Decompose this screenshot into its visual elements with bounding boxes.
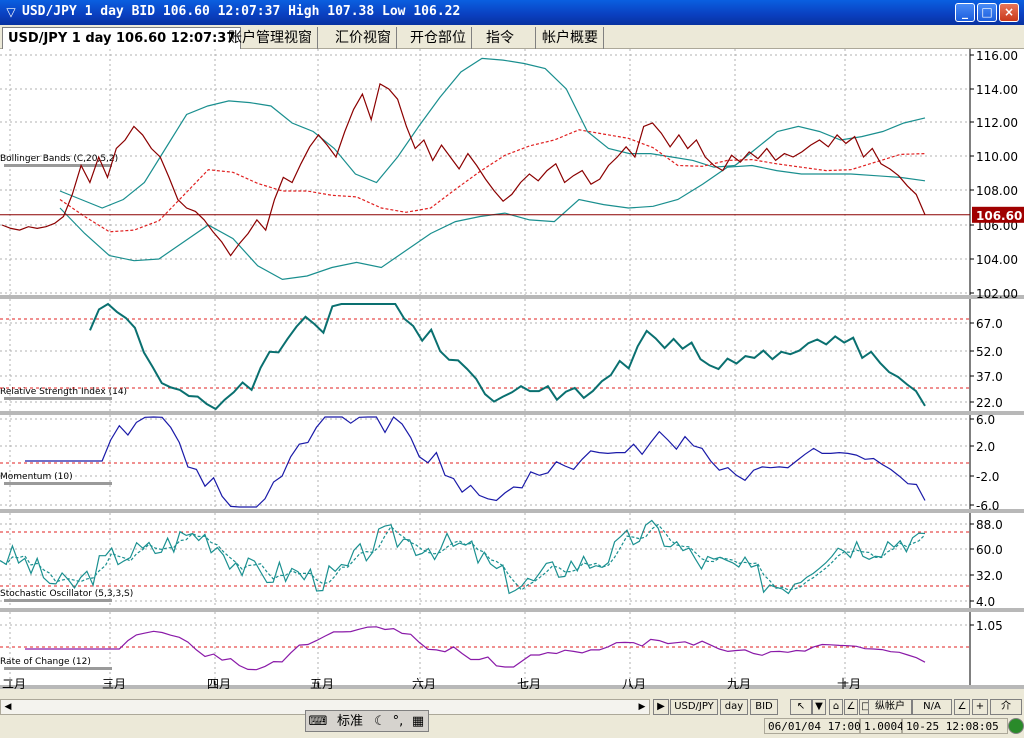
y-tick-label: 22.0 xyxy=(976,396,1003,410)
y-tick-label: 32.0 xyxy=(976,569,1003,583)
scroll-right-icon[interactable]: ▶ xyxy=(635,700,649,714)
price-line xyxy=(1,82,926,257)
y-tick-label: 4.0 xyxy=(976,595,995,609)
x-axis-label: 四月 xyxy=(207,677,231,689)
y-tick-label: -2.0 xyxy=(976,470,999,484)
y-tick-label: 6.0 xyxy=(976,413,995,427)
y-tick-label: 60.0 xyxy=(976,543,1003,557)
x-axis-label: 十月 xyxy=(837,677,861,689)
connection-status-icon xyxy=(1008,718,1024,734)
stochastic-k-line xyxy=(0,519,926,595)
clock-field: 10-25 12:08:05 xyxy=(902,718,1008,734)
panel-label: Rate of Change (12) xyxy=(0,657,91,667)
x-axis-label: 三月 xyxy=(102,677,126,689)
punctuation-icon[interactable]: °, xyxy=(390,713,406,730)
maximize-button[interactable]: □ xyxy=(977,3,997,22)
symbol-button[interactable]: USD/JPY xyxy=(670,699,718,715)
tab-bar: USD/JPY 1 day 106.60 12:07:37 账户管理视窗 汇价视… xyxy=(0,25,1024,49)
na-field: N/A xyxy=(912,699,952,715)
plus-icon[interactable]: + xyxy=(972,699,988,715)
x-axis-label: 五月 xyxy=(310,677,334,689)
window-title: USD/JPY 1 day BID 106.60 12:07:37 High 1… xyxy=(22,4,461,19)
tab-orders[interactable]: 指令 xyxy=(481,27,536,49)
datetime-field: 06/01/04 17:00 xyxy=(764,718,861,734)
y-tick-label: 37.0 xyxy=(976,370,1003,384)
app-icon[interactable]: ▽ xyxy=(3,4,19,20)
ime-mode-label[interactable]: 标准 xyxy=(330,713,370,730)
moon-icon[interactable]: ☾ xyxy=(372,713,388,730)
stochastic-d-line xyxy=(0,523,926,591)
ime-logo-icon[interactable]: ⌨ xyxy=(308,713,328,730)
chart-area[interactable]: 116.00 114.00 112.00 110.00 108.00 106.00 104.… xyxy=(0,49,1024,691)
panel-label-underline xyxy=(4,397,112,400)
panel-label-underline xyxy=(4,599,112,602)
x-axis-label: 六月 xyxy=(412,677,436,689)
panel-separator[interactable] xyxy=(0,608,1024,612)
tab-account-management[interactable]: 账户管理视窗 xyxy=(223,27,318,49)
price-type-button[interactable]: BID xyxy=(750,699,778,715)
title-bar: ▽ USD/JPY 1 day BID 106.60 12:07:37 High… xyxy=(0,0,1024,25)
panel-label-underline xyxy=(4,482,112,485)
account-button[interactable]: 纵帐户 xyxy=(868,699,912,715)
momentum-line xyxy=(25,416,926,508)
home-icon[interactable]: ⌂ xyxy=(829,699,843,715)
y-tick-label: 114.00 xyxy=(976,83,1018,97)
line-tool-icon[interactable]: ∠ xyxy=(954,699,970,715)
dropdown-icon[interactable]: ▼ xyxy=(812,699,826,715)
keyboard-icon[interactable]: ▦ xyxy=(408,713,428,730)
x-axis-label: 九月 xyxy=(727,677,751,689)
close-button[interactable]: × xyxy=(999,3,1019,22)
x-axis-label: 八月 xyxy=(622,677,646,689)
tab-quotes[interactable]: 汇价视窗 xyxy=(330,27,397,49)
angle-icon[interactable]: ∠ xyxy=(844,699,858,715)
x-axis-label: 二月 xyxy=(2,677,26,689)
y-tick-label: 110.00 xyxy=(976,150,1018,164)
roc-line xyxy=(25,626,926,671)
y-tick-label: 108.00 xyxy=(976,184,1018,198)
cursor-icon[interactable]: ↖ xyxy=(790,699,812,715)
panel-separator[interactable] xyxy=(0,295,1024,299)
y-tick-label: 1.05 xyxy=(976,619,1003,633)
main-window: ▽ USD/JPY 1 day BID 106.60 12:07:37 High… xyxy=(0,0,1024,738)
tab-open-positions[interactable]: 开仓部位 xyxy=(405,27,472,49)
ime-toolbar[interactable]: ⌨ 标准 ☾ °, ▦ xyxy=(305,710,429,732)
value-field: 1.0004 xyxy=(860,718,904,734)
y-tick-label: 88.0 xyxy=(976,518,1003,532)
misc-button[interactable]: 介 xyxy=(990,699,1022,715)
x-axis-label: 七月 xyxy=(517,677,541,689)
scroll-left-icon[interactable]: ◀ xyxy=(1,700,15,714)
tab-account-summary[interactable]: 帐户概要 xyxy=(537,27,604,49)
panel-separator[interactable] xyxy=(0,509,1024,513)
y-tick-label: 116.00 xyxy=(976,49,1018,63)
play-icon[interactable]: ▶ xyxy=(653,699,669,715)
lower-bollinger-band xyxy=(59,164,926,281)
y-tick-label: 102.00 xyxy=(976,287,1018,301)
middle-bollinger-band xyxy=(59,129,926,233)
tab-chart[interactable]: USD/JPY 1 day 106.60 12:07:37 xyxy=(2,27,242,49)
minimize-button[interactable]: _ xyxy=(955,3,975,22)
panel-label-underline xyxy=(4,667,112,670)
y-tick-label: 52.0 xyxy=(976,345,1003,359)
panel-label: Stochastic Oscillator (5,3,3,S) xyxy=(0,589,133,599)
period-button[interactable]: day xyxy=(720,699,748,715)
panel-label: Momentum (10) xyxy=(0,472,73,482)
panel-separator[interactable] xyxy=(0,411,1024,415)
upper-bollinger-band xyxy=(59,57,926,209)
y-tick-label: -6.0 xyxy=(976,499,999,513)
y-tick-label: 112.00 xyxy=(976,116,1018,130)
current-price-label: 106.60 xyxy=(976,209,1022,223)
chart-canvas[interactable]: 116.00114.00112.00110.00108.00106.00104.… xyxy=(0,49,1024,691)
y-tick-label: 2.0 xyxy=(976,440,995,454)
y-tick-label: 67.0 xyxy=(976,317,1003,331)
y-tick-label: 104.00 xyxy=(976,253,1018,267)
